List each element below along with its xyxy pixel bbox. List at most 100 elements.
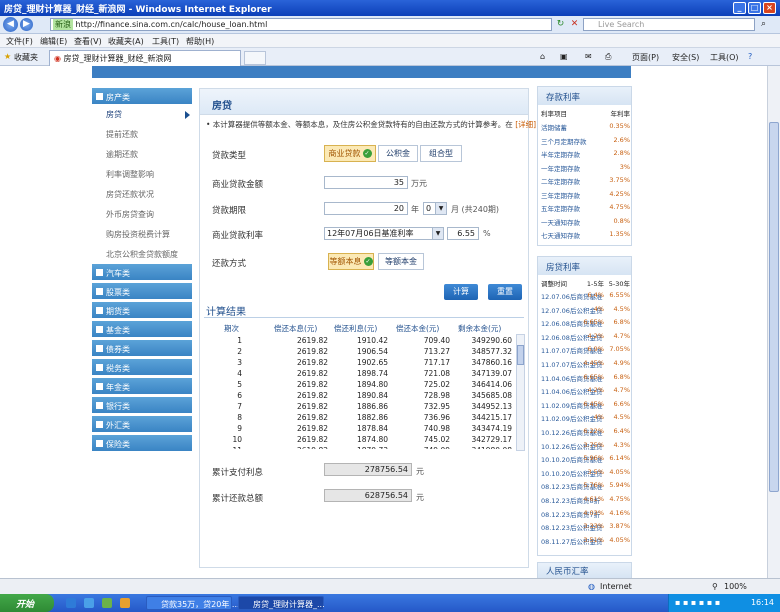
- table-scrollbar[interactable]: [516, 334, 525, 451]
- deposit-header-rate: 年利率: [610, 110, 631, 118]
- deposit-item[interactable]: 五年定期存款: [541, 203, 580, 213]
- loan-type-commercial[interactable]: 商业贷款 ✓: [324, 145, 376, 162]
- site-header-strip: [92, 66, 631, 78]
- table-row: 6 2619.82 1890.84 728.98 345685.08: [206, 391, 516, 402]
- sidebar-item-overdue[interactable]: 逾期还款: [106, 149, 138, 160]
- page-scroll-thumb[interactable]: [769, 122, 779, 492]
- loan-type-fund[interactable]: 公积金: [378, 145, 418, 162]
- sidebar-item-rate-impact[interactable]: 利率调整影响: [106, 169, 154, 180]
- deposit-item[interactable]: 七天通知存款: [541, 230, 580, 240]
- search-input[interactable]: Live Search: [583, 18, 755, 31]
- favorites-star-icon[interactable]: ★: [4, 52, 11, 61]
- page-menu[interactable]: 页面(P): [632, 52, 659, 63]
- deposit-item[interactable]: 二年定期存款: [541, 176, 580, 186]
- loan-type-combined[interactable]: 组合型: [420, 145, 462, 162]
- total-payment-unit: 元: [416, 493, 424, 502]
- folder-icon[interactable]: [120, 598, 130, 608]
- zoom-icon[interactable]: ⚲: [712, 582, 718, 591]
- term-years-input[interactable]: 20: [324, 202, 408, 215]
- zoom-level[interactable]: 100%: [724, 582, 747, 591]
- category-tax[interactable]: 税务类: [92, 359, 192, 376]
- method-equal-installment[interactable]: 等额本息 ✓: [328, 253, 374, 270]
- sidebar-item-fx-loan[interactable]: 外币房贷查询: [106, 209, 154, 220]
- term-months-select[interactable]: 0 ▼: [423, 202, 447, 215]
- deposit-rate: 2.6%: [613, 135, 630, 144]
- category-house[interactable]: 房产类: [92, 88, 192, 105]
- deposit-item[interactable]: 一天通知存款: [541, 217, 580, 227]
- help-icon[interactable]: ?: [748, 52, 752, 61]
- calculate-button[interactable]: 计算: [444, 284, 478, 300]
- safety-menu[interactable]: 安全(S): [672, 52, 699, 63]
- refresh-icon[interactable]: ↻: [555, 19, 566, 30]
- table-cell: 343474.19: [471, 424, 512, 433]
- category-insurance[interactable]: 保险类: [92, 435, 192, 452]
- table-cell: 2619.82: [296, 336, 328, 345]
- table-cell: 1910.42: [356, 336, 388, 345]
- category-futures[interactable]: 期货类: [92, 302, 192, 319]
- deposit-item[interactable]: 一年定期存款: [541, 163, 580, 173]
- category-annuity[interactable]: 年金类: [92, 378, 192, 395]
- category-bond[interactable]: 债券类: [92, 340, 192, 357]
- rate-input[interactable]: 6.55: [447, 227, 479, 240]
- category-fund[interactable]: 基金类: [92, 321, 192, 338]
- deposit-item[interactable]: 三年定期存款: [541, 190, 580, 200]
- back-icon[interactable]: ◀: [3, 17, 18, 32]
- mail-icon[interactable]: ✉: [585, 52, 592, 61]
- mortgage-rate-long: 3.87%: [609, 522, 630, 531]
- tools-menu[interactable]: 工具(O): [710, 52, 739, 63]
- category-stock[interactable]: 股票类: [92, 283, 192, 300]
- table-cell: 1906.54: [356, 347, 388, 356]
- reset-button[interactable]: 重置: [488, 284, 522, 300]
- menu-tools[interactable]: 工具(T): [152, 36, 179, 47]
- stop-icon[interactable]: ✕: [569, 19, 580, 30]
- sidebar-item-beijing-fund[interactable]: 北京公积金贷款额度: [106, 249, 178, 260]
- mortgage-rate-short: 6.9%: [587, 345, 604, 354]
- close-button[interactable]: ×: [763, 2, 776, 14]
- category-forex[interactable]: 外汇类: [92, 416, 192, 433]
- mortgage-rate-row: 11.04.06后公积金贷 4.2% 4.7%: [541, 386, 630, 399]
- print-icon[interactable]: ⎙: [605, 52, 611, 62]
- feed-icon[interactable]: ▣: [560, 52, 568, 61]
- category-bank[interactable]: 银行类: [92, 397, 192, 414]
- sidebar-item-tax[interactable]: 购房投资税费计算: [106, 229, 170, 240]
- zone-label: Internet: [600, 582, 632, 591]
- media-icon[interactable]: [102, 598, 112, 608]
- home-icon[interactable]: ⌂: [540, 52, 545, 61]
- deposit-rates-panel: 存款利率 利率项目 年利率 活期储蓄 0.35% 三个月定期存款 2.6% 半年定期存款 2.…: [537, 86, 632, 246]
- deposit-item[interactable]: 活期储蓄: [541, 122, 567, 132]
- ie-icon[interactable]: [84, 598, 94, 608]
- tray-icons[interactable]: ▪ ▪ ▪ ▪ ▪ ▪: [675, 598, 720, 607]
- mortgage-rate-long: 4.5%: [613, 413, 630, 422]
- favorites-button[interactable]: 收藏夹: [14, 52, 38, 63]
- category-car[interactable]: 汽车类: [92, 264, 192, 281]
- desktop-icon[interactable]: [66, 598, 76, 608]
- menu-edit[interactable]: 编辑(E): [40, 36, 67, 47]
- amount-input[interactable]: 35: [324, 176, 408, 189]
- deposit-item[interactable]: 三个月定期存款: [541, 136, 587, 146]
- detail-link[interactable]: [详细]: [515, 120, 536, 129]
- maximize-button[interactable]: □: [748, 2, 761, 14]
- task-notepad[interactable]: 贷款35万，贷20年 ...: [146, 596, 240, 610]
- url-input[interactable]: 新浪 http://finance.sina.com.cn/calc/house…: [50, 18, 552, 31]
- mortgage-rate-short: 4.61%: [583, 495, 604, 503]
- minimize-button[interactable]: _: [733, 2, 746, 14]
- start-button[interactable]: 开始: [0, 594, 54, 612]
- menu-favorites[interactable]: 收藏夹(A): [108, 36, 144, 47]
- task-ie[interactable]: 房贷_理财计算器_...: [238, 596, 325, 610]
- table-cell: 347860.16: [471, 358, 512, 367]
- sidebar-item-house-loan[interactable]: 房贷: [106, 109, 122, 120]
- sidebar-item-repay-status[interactable]: 房贷还款状况: [106, 189, 154, 200]
- deposit-item[interactable]: 半年定期存款: [541, 149, 580, 159]
- table-scroll-thumb[interactable]: [517, 345, 524, 365]
- forward-icon[interactable]: ▶: [20, 18, 33, 31]
- method-equal-principal[interactable]: 等额本金: [378, 253, 424, 270]
- tab-active[interactable]: ◉ 房贷_理财计算器_财经_新浪网: [49, 50, 241, 66]
- menu-file[interactable]: 文件(F): [6, 36, 33, 47]
- sidebar-item-prepay[interactable]: 提前还款: [106, 129, 138, 140]
- page-scrollbar[interactable]: [767, 66, 780, 578]
- menu-help[interactable]: 帮助(H): [186, 36, 214, 47]
- search-icon[interactable]: ⌕: [758, 19, 769, 30]
- rate-select[interactable]: 12年07月06日基准利率 ▼: [324, 227, 444, 240]
- menu-view[interactable]: 查看(V): [74, 36, 102, 47]
- new-tab-button[interactable]: [244, 51, 266, 65]
